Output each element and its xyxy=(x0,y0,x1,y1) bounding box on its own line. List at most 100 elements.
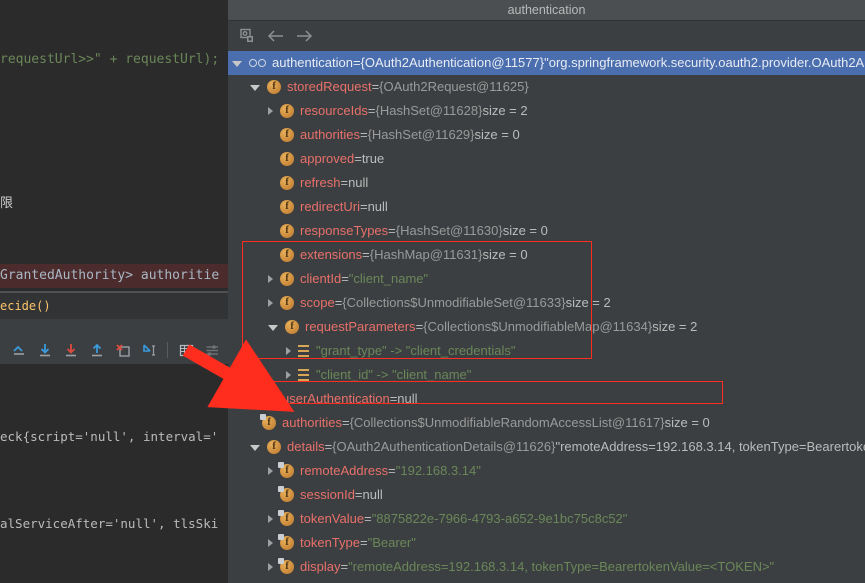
assign-operator: = xyxy=(388,219,396,243)
variable-name: responseTypes xyxy=(300,219,388,243)
clear-all-icon[interactable] xyxy=(110,338,136,362)
breadcrumb[interactable]: ecide() xyxy=(0,293,228,319)
assign-operator: = xyxy=(388,459,396,483)
chevron-right-icon[interactable] xyxy=(268,107,273,115)
tree-row[interactable]: fremoteAddress = "192.168.3.14" xyxy=(228,459,865,483)
assign-operator: = xyxy=(340,171,348,195)
scroll-to-end-icon[interactable] xyxy=(32,338,58,362)
tree-row[interactable]: fdecodedDetails = null xyxy=(228,579,865,583)
debugger-toolbar xyxy=(228,21,865,51)
chevron-right-icon[interactable] xyxy=(268,563,273,571)
move-caret-icon[interactable] xyxy=(136,338,162,362)
string-value: "client_name" xyxy=(349,267,428,291)
chevron-down-icon[interactable] xyxy=(268,325,278,331)
assign-operator: = xyxy=(390,579,398,583)
tree-row[interactable]: fredirectUri = null xyxy=(228,195,865,219)
literal-value: null xyxy=(363,483,383,507)
toolbar-divider xyxy=(167,342,168,358)
collection-size: size = 0 xyxy=(503,219,548,243)
field-icon: f xyxy=(267,80,287,94)
field-inherited-icon: f xyxy=(280,560,300,574)
code-line: 限 xyxy=(0,192,228,216)
code-editor[interactable]: requestUrl>>" + requestUrl); 限 GrantedAu… xyxy=(0,0,228,295)
variable-name: extensions xyxy=(300,243,362,267)
assign-operator: = xyxy=(390,387,398,411)
object-reference: {OAuth2Request@11625} xyxy=(379,75,529,99)
settings-lines-icon[interactable] xyxy=(199,338,225,362)
collection-size: size = 0 xyxy=(482,243,527,267)
chevron-down-icon[interactable] xyxy=(250,445,260,451)
frames-icon[interactable] xyxy=(234,23,262,49)
field-inherited-icon: f xyxy=(280,488,300,502)
tree-row[interactable]: fauthorities = {Collections$Unmodifiable… xyxy=(228,411,865,435)
console-line-text: alServiceAfter='null', tlsSki xyxy=(0,516,218,531)
tree-row[interactable]: fapproved = true xyxy=(228,147,865,171)
chevron-right-icon[interactable] xyxy=(268,275,273,283)
table-view-icon[interactable] xyxy=(173,338,199,362)
object-reference: {HashSet@11630} xyxy=(396,219,503,243)
chevron-right-icon[interactable] xyxy=(286,371,291,379)
variables-tree[interactable]: authentication = {OAuth2Authentication@1… xyxy=(228,51,865,583)
tree-row[interactable]: fdetails = {OAuth2AuthenticationDetails@… xyxy=(228,435,865,459)
field-icon: f xyxy=(280,248,300,262)
field-icon: f xyxy=(280,296,300,310)
tree-row[interactable]: fuserAuthentication = null xyxy=(228,387,865,411)
chevron-right-icon[interactable] xyxy=(268,299,273,307)
console-output[interactable]: eck{script='null', interval=' alServiceA… xyxy=(0,364,228,583)
tree-row[interactable]: fextensions = {HashMap@11631} size = 0 xyxy=(228,243,865,267)
tree-row[interactable]: fauthorities = {HashSet@11629} size = 0 xyxy=(228,123,865,147)
variable-name: requestParameters xyxy=(305,315,416,339)
chevron-right-icon[interactable] xyxy=(268,539,273,547)
collection-size: size = 2 xyxy=(482,99,527,123)
tree-row[interactable]: fclientId = "client_name" xyxy=(228,267,865,291)
chevron-right-icon[interactable] xyxy=(268,467,273,475)
variable-name: authorities xyxy=(282,411,342,435)
variable-name: details xyxy=(287,435,325,459)
variable-name: clientId xyxy=(300,267,341,291)
map-entry-icon xyxy=(298,345,309,357)
arrow-right-icon[interactable] xyxy=(290,23,318,49)
tree-row[interactable]: authentication = {OAuth2Authentication@1… xyxy=(228,51,865,75)
tree-row[interactable]: fscope = {Collections$UnmodifiableSet@11… xyxy=(228,291,865,315)
tree-row[interactable]: frefresh = null xyxy=(228,171,865,195)
tree-row[interactable]: fresourceIds = {HashSet@11628} size = 2 xyxy=(228,99,865,123)
panel-gap xyxy=(0,319,228,336)
variable-name: scope xyxy=(300,291,335,315)
tree-row[interactable]: ftokenType = "Bearer" xyxy=(228,531,865,555)
tree-row[interactable]: fsessionId = null xyxy=(228,483,865,507)
tree-row[interactable]: fdisplay = "remoteAddress=192.168.3.14, … xyxy=(228,555,865,579)
field-inherited-icon: f xyxy=(280,464,300,478)
tree-row[interactable]: fstoredRequest = {OAuth2Request@11625} xyxy=(228,75,865,99)
string-value: "remoteAddress=192.168.3.14, tokenType=B… xyxy=(348,555,774,579)
tree-row[interactable]: fresponseTypes = {HashSet@11630} size = … xyxy=(228,219,865,243)
assign-operator: = xyxy=(416,315,424,339)
soft-wrap-icon[interactable] xyxy=(6,338,32,362)
tree-row[interactable]: "client_id" -> "client_name" xyxy=(228,363,865,387)
console-line: alServiceAfter='null', tlsSki xyxy=(0,509,228,538)
literal-value: null xyxy=(348,171,368,195)
object-reference: {HashMap@11631} xyxy=(370,243,483,267)
scroll-down-red-icon[interactable] xyxy=(58,338,84,362)
collection-size: size = 2 xyxy=(652,315,697,339)
chevron-down-icon[interactable] xyxy=(250,85,260,91)
assign-operator: = xyxy=(355,483,363,507)
object-chain-icon xyxy=(249,59,266,67)
chevron-right-icon[interactable] xyxy=(286,347,291,355)
variable-name: authorities xyxy=(300,123,360,147)
variable-name: refresh xyxy=(300,171,340,195)
variable-name: remoteAddress xyxy=(300,459,388,483)
tree-row[interactable]: ftokenValue = "8875822e-7966-4793-a652-9… xyxy=(228,507,865,531)
tree-row[interactable]: "grant_type" -> "client_credentials" xyxy=(228,339,865,363)
tree-row[interactable]: frequestParameters = {Collections$Unmodi… xyxy=(228,315,865,339)
breadcrumb-label: ecide() xyxy=(0,299,51,313)
string-value: "192.168.3.14" xyxy=(396,459,481,483)
chevron-right-icon[interactable] xyxy=(268,515,273,523)
field-icon: f xyxy=(280,272,300,286)
assign-operator: = xyxy=(325,435,333,459)
arrow-left-icon[interactable] xyxy=(262,23,290,49)
scroll-to-top-icon[interactable] xyxy=(84,338,110,362)
screenshot-root: requestUrl>>" + requestUrl); 限 GrantedAu… xyxy=(0,0,865,583)
chevron-down-icon[interactable] xyxy=(232,61,242,67)
variable-name: resourceIds xyxy=(300,99,368,123)
assign-operator: = xyxy=(342,411,350,435)
